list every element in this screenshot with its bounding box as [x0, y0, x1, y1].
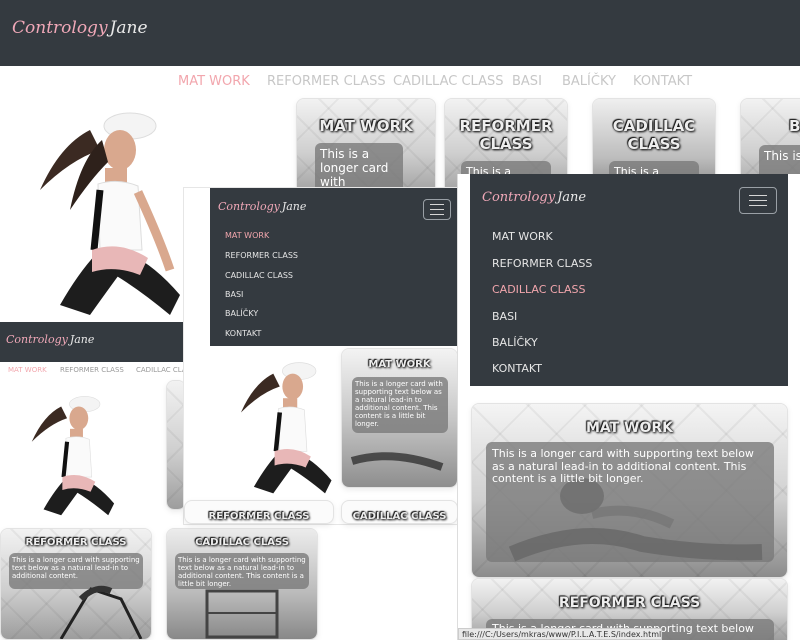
logo-signature: Jane	[109, 18, 148, 38]
card-title: REFORMER CLASS	[208, 511, 310, 522]
nav-balicky[interactable]: BALÍČKY	[562, 74, 616, 89]
mid-card-cadillac[interactable]: CADILLAC CLASS	[341, 500, 458, 524]
small-card-cadillac[interactable]: CADILLAC CLASS This is a longer card wit…	[166, 528, 318, 640]
card-text: This is a longer card with supporting te…	[486, 442, 774, 562]
nav-cadillac-class[interactable]: CADILLAC CLASS	[393, 74, 504, 89]
card-title: REFORMER CLASS	[558, 595, 701, 611]
small-hero-image	[20, 385, 120, 525]
large-card-mat-work[interactable]: MAT WORK This is a longer card with supp…	[471, 403, 788, 578]
large-brand-logo[interactable]: Contrology Jane	[482, 190, 586, 205]
nav-basi[interactable]: BASI	[225, 290, 243, 299]
nav-reformer-class[interactable]: REFORMER CLASS	[267, 74, 386, 89]
logo-text: Contrology	[482, 190, 556, 205]
nav-balicky[interactable]: BALÍČKY	[492, 336, 538, 349]
woman-figure-icon	[31, 396, 115, 516]
nav-kontakt[interactable]: KONTAKT	[225, 329, 261, 338]
card-title-line2: CLASS	[479, 135, 533, 153]
large-menu-toggle-button[interactable]	[739, 187, 777, 214]
woman-figure-icon	[40, 112, 180, 315]
hero-image	[20, 100, 190, 325]
desktop-nav: MAT WORK REFORMER CLASS CADILLAC CLASS B…	[0, 74, 800, 94]
small-card-peek[interactable]	[166, 380, 186, 510]
nav-basi[interactable]: BASI	[512, 74, 542, 89]
nav-mat-work[interactable]: MAT WORK	[225, 231, 269, 240]
nav-cadillac-class[interactable]: CADILLAC CLASS	[225, 271, 293, 280]
card-mat-work-back[interactable]: MAT WORK This is a longer card with	[296, 98, 436, 198]
stretching-figure-icon	[350, 452, 444, 471]
mid-brand-logo[interactable]: Contrology Jane	[218, 200, 306, 213]
nav-reformer-class[interactable]: REFORMER CLASS	[60, 366, 124, 374]
nav-kontakt[interactable]: KONTAKT	[492, 362, 542, 375]
card-title: CADILLAC CLASS	[352, 511, 447, 522]
nav-basi[interactable]: BASI	[492, 310, 517, 323]
card-title: MAT WORK	[319, 117, 413, 135]
woman-figure-icon	[240, 362, 332, 494]
nav-mat-work[interactable]: MAT WORK	[178, 74, 250, 89]
cadillac-frame-icon	[205, 589, 279, 639]
nav-mat-work[interactable]: MAT WORK	[8, 366, 47, 374]
nav-reformer-class[interactable]: REFORMER CLASS	[225, 251, 298, 260]
card-title-line1: CADILLAC	[612, 117, 696, 135]
logo-signature: Jane	[281, 200, 307, 213]
logo-signature: Jane	[557, 190, 587, 205]
card-text: This is a longer card with	[315, 143, 403, 193]
mid-card-mat-work[interactable]: MAT WORK This is a longer card with supp…	[341, 348, 458, 488]
nav-reformer-class[interactable]: REFORMER CLASS	[492, 257, 592, 270]
nav-cadillac-class[interactable]: CADILLAC CLASS	[492, 283, 586, 296]
small-nav: MAT WORK REFORMER CLASS CADILLAC CLASS	[0, 366, 186, 378]
brand-logo[interactable]: Contrology Jane	[12, 18, 148, 38]
small-brand-logo[interactable]: Contrology Jane	[6, 333, 94, 346]
mid-hero-image	[228, 352, 338, 502]
mid-menu-toggle-button[interactable]	[423, 199, 451, 220]
nav-cadillac-class[interactable]: CADILLAC CLASS	[136, 366, 186, 374]
nav-balicky[interactable]: BALÍČKY	[225, 309, 258, 318]
nav-mat-work[interactable]: MAT WORK	[492, 230, 553, 243]
card-title: MAT WORK	[585, 420, 674, 436]
mid-card-reformer[interactable]: REFORMER CLASS	[184, 500, 334, 524]
logo-text: Contrology	[6, 333, 68, 346]
logo-text: Contrology	[12, 18, 108, 38]
small-card-reformer[interactable]: REFORMER CLASS This is a longer card wit…	[0, 528, 152, 640]
status-bar-url: file:///C:/Users/mkras/www/P.I.L.A.T.E.S…	[458, 628, 662, 640]
logo-text: Contrology	[218, 200, 280, 213]
reformer-machine-icon	[59, 585, 143, 639]
card-title: BA	[789, 117, 800, 135]
card-title-line2: CLASS	[627, 135, 681, 153]
nav-kontakt[interactable]: KONTAKT	[633, 74, 692, 89]
logo-signature: Jane	[69, 333, 95, 346]
card-title-line1: REFORMER	[459, 117, 553, 135]
